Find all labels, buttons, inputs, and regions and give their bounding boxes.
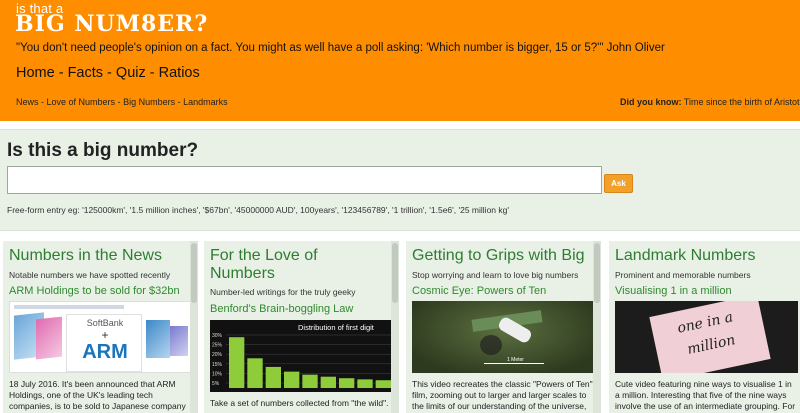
card-subtitle: Notable numbers we have spotted recently	[9, 270, 171, 280]
card-text: This video recreates the classic "Powers…	[412, 379, 593, 413]
card-scrollbar[interactable]	[593, 241, 601, 413]
card-title[interactable]: Numbers in the News	[9, 247, 162, 265]
powers-of-ten-video[interactable]: 1 Meter	[412, 301, 595, 373]
card-subtitle: Stop worrying and learn to love big numb…	[412, 270, 579, 280]
plus-label: +	[101, 328, 109, 342]
y-tick-label: 15%	[212, 362, 223, 368]
main-nav: Home - Facts - Quiz - Ratios	[16, 65, 200, 81]
card-title[interactable]: Landmark Numbers	[615, 247, 756, 265]
subnav-news[interactable]: News	[16, 97, 39, 107]
subnav-love-of-numbers[interactable]: Love of Numbers	[47, 97, 116, 107]
benford-bar	[284, 371, 300, 388]
card-landmark-numbers: Landmark Numbers Prominent and memorable…	[609, 241, 800, 413]
arm-label: ARM	[82, 341, 128, 363]
card-article-link[interactable]: ARM Holdings to be sold for $32bn	[9, 285, 180, 297]
header-quote: "You don't need people's opinion on a fa…	[16, 42, 665, 54]
ask-button[interactable]: Ask	[604, 174, 633, 193]
y-tick-label: 25%	[212, 343, 223, 349]
y-tick-label: 10%	[212, 371, 223, 377]
search-hint: Free-form entry eg: '125000km', '1.5 mil…	[7, 205, 509, 215]
subnav-big-numbers[interactable]: Big Numbers	[123, 97, 175, 107]
benford-bar	[339, 378, 355, 388]
card-love-of-numbers: For the Love of Numbers Number-led writi…	[204, 241, 399, 413]
site-header: is that a BIG NUM8ER? "You don't need pe…	[0, 0, 800, 121]
did-you-know-label: Did you know:	[620, 97, 682, 107]
y-tick-label: 20%	[212, 352, 223, 358]
card-news: Numbers in the News Notable numbers we h…	[3, 241, 198, 413]
nav-ratios[interactable]: Ratios	[159, 65, 200, 81]
subnav-landmarks[interactable]: Landmarks	[183, 97, 228, 107]
card-article-link[interactable]: Visualising 1 in a million	[615, 285, 732, 297]
card-text: 18 July 2016. It's been announced that A…	[9, 379, 186, 411]
benford-chart-image[interactable]: Distribution of first digit 30% 25% 20% 15%…	[210, 320, 393, 392]
card-article-link[interactable]: Cosmic Eye: Powers of Ten	[412, 285, 546, 297]
card-getting-to-grips: Getting to Grips with Big Stop worrying …	[406, 241, 601, 413]
card-scrollbar[interactable]	[391, 241, 399, 413]
one-in-a-million-video[interactable]: one in a million	[615, 301, 798, 373]
scale-label: 1 Meter	[507, 357, 524, 363]
benford-chart: Distribution of first digit 30% 25% 20% 15%…	[212, 323, 391, 388]
search-title: Is this a big number?	[7, 140, 199, 161]
did-you-know-text: Time since the birth of Aristotle (2	[683, 97, 800, 107]
benford-bar	[302, 374, 318, 388]
y-tick-label: 30%	[212, 333, 223, 339]
nav-home[interactable]: Home	[16, 65, 55, 81]
card-text: Take a set of numbers collected from "th…	[210, 398, 389, 408]
benford-bar	[320, 376, 336, 388]
card-title[interactable]: For the Love of Numbers	[210, 247, 350, 283]
benford-bar	[247, 358, 263, 388]
benford-bar	[375, 380, 391, 388]
card-scrollbar[interactable]	[190, 241, 198, 413]
number-input[interactable]	[7, 166, 602, 194]
chart-title: Distribution of first digit	[298, 323, 375, 332]
nav-quiz[interactable]: Quiz	[116, 65, 146, 81]
card-subtitle: Number-led writings for the truly geeky	[210, 287, 356, 297]
card-title[interactable]: Getting to Grips with Big	[412, 247, 585, 265]
card-article-link[interactable]: Benford's Brain-boggling Law	[210, 303, 353, 315]
nav-facts[interactable]: Facts	[68, 65, 103, 81]
search-panel: Is this a big number? Ask Free-form entr…	[0, 129, 800, 231]
card-subtitle: Prominent and memorable numbers	[615, 270, 751, 280]
did-you-know: Did you know: Time since the birth of Ar…	[620, 97, 800, 107]
y-tick-label: 5%	[212, 381, 220, 387]
benford-bar	[229, 337, 245, 388]
logo[interactable]: BIG NUM8ER?	[15, 11, 208, 37]
arm-softbank-image[interactable]: SoftBank + ARM	[9, 301, 192, 373]
sub-nav: News - Love of Numbers - Big Numbers - L…	[16, 97, 228, 107]
card-text: Cute video featuring nine ways to visual…	[615, 379, 796, 411]
benford-bar	[265, 366, 281, 388]
softbank-label: SoftBank	[86, 318, 124, 328]
benford-bar	[357, 379, 373, 388]
